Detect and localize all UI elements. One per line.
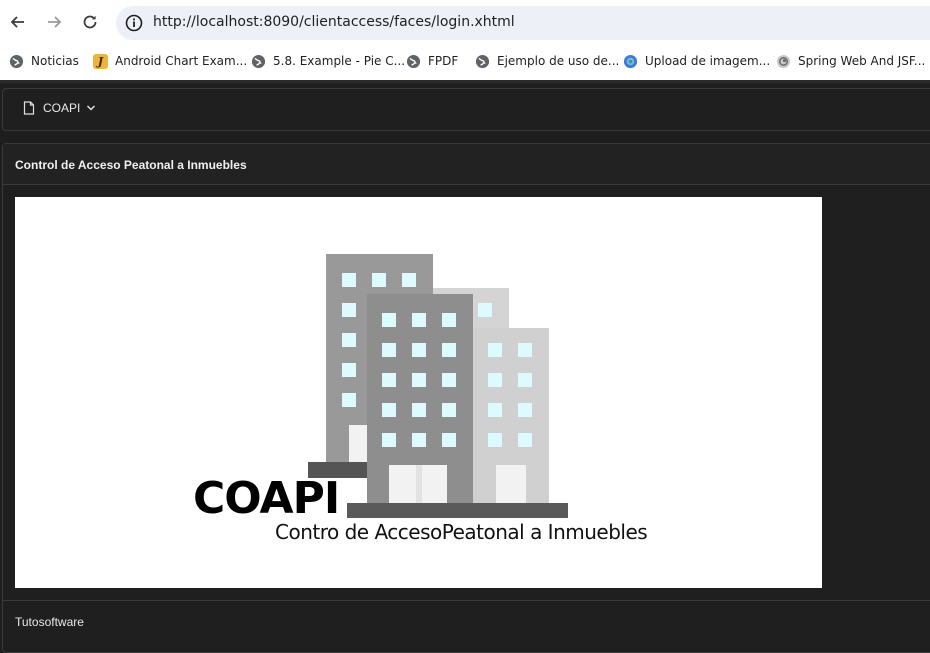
logo-subtitle: Contro de AccesoPeatonal a Inmuebles: [275, 520, 648, 544]
bookmark-noticias[interactable]: Noticias: [9, 51, 79, 71]
chevron-down-icon: [87, 105, 96, 111]
menubar: COAPI: [2, 88, 930, 131]
j-badge-icon: J: [93, 53, 108, 69]
bookmarks-bar: Noticias J Android Chart Exam... 5.8. Ex…: [0, 46, 930, 76]
main-panel: Control de Acceso Peatonal a Inmuebles C…: [2, 143, 930, 653]
panel-header: Control de Acceso Peatonal a Inmuebles: [3, 144, 930, 185]
bookmark-android-chart[interactable]: J Android Chart Exam...: [93, 51, 247, 71]
globe-icon: [406, 54, 421, 69]
site-info-icon[interactable]: [124, 13, 144, 33]
browser-chrome: http://localhost:8090/clientaccess/faces…: [0, 0, 930, 80]
bookmark-fpdf[interactable]: FPDF: [406, 51, 458, 71]
gray-swirl-icon: [776, 54, 791, 69]
app-top-border: [0, 80, 930, 83]
back-arrow-icon: [10, 16, 24, 28]
menu-coapi[interactable]: COAPI: [23, 101, 96, 115]
logo-name: COAPI: [193, 473, 340, 524]
forward-button[interactable]: [42, 10, 66, 34]
globe-icon: [251, 54, 266, 69]
url-text[interactable]: http://localhost:8090/clientaccess/faces…: [153, 14, 515, 30]
bookmark-upload[interactable]: Upload de imagem...: [623, 51, 770, 71]
address-bar[interactable]: http://localhost:8090/clientaccess/faces…: [116, 6, 930, 40]
globe-icon: [9, 54, 24, 69]
forward-arrow-icon: [48, 16, 62, 28]
bookmark-spring-jsf[interactable]: Spring Web And JSF...: [776, 51, 925, 71]
document-icon: [23, 101, 35, 115]
footer-text: Tutosoftware: [15, 615, 84, 629]
bookmark-ejemplo[interactable]: Ejemplo de uso de...: [475, 51, 619, 71]
reload-button[interactable]: [78, 10, 102, 34]
panel-title: Control de Acceso Peatonal a Inmuebles: [15, 158, 247, 172]
coapi-logo: COAPI Contro de AccesoPeatonal a Inmuebl…: [15, 197, 822, 588]
reload-icon: [83, 15, 97, 29]
menu-coapi-label: COAPI: [43, 101, 81, 115]
panel-footer: Tutosoftware: [3, 600, 930, 640]
back-button[interactable]: [6, 10, 30, 34]
bookmark-pie-chart[interactable]: 5.8. Example - Pie C...: [251, 51, 405, 71]
panel-body: COAPI Contro de AccesoPeatonal a Inmuebl…: [3, 185, 930, 601]
blue-globe-icon: [623, 54, 638, 69]
globe-icon: [475, 54, 490, 69]
